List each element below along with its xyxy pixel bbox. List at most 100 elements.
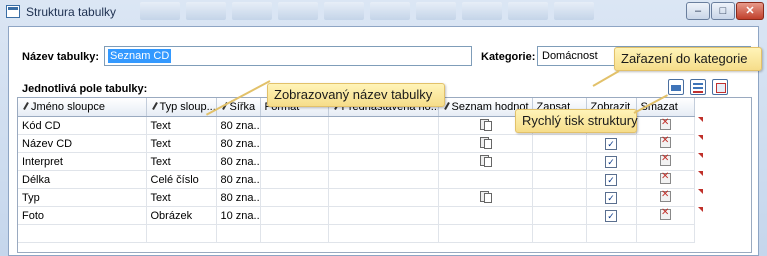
cell-show[interactable]: ✓ (586, 206, 637, 225)
cell-type[interactable]: Obrázek (146, 206, 217, 225)
pencil-icon (22, 102, 29, 111)
cell-list[interactable] (438, 188, 533, 207)
minimize-button[interactable]: – (686, 2, 710, 20)
table-name-input[interactable]: Seznam CD (104, 46, 472, 66)
category-label: Kategorie: (481, 51, 536, 63)
pencil-icon (151, 102, 158, 111)
cell-width[interactable]: 80 zna... (216, 116, 261, 135)
table-name-label: Název tabulky: (22, 51, 100, 63)
row-marker-icon (698, 153, 703, 158)
maximize-button[interactable]: □ (711, 2, 735, 20)
delete-icon[interactable] (659, 117, 671, 130)
table-row[interactable]: Délka Celé číslo 80 zna... ✓ (18, 170, 695, 189)
print-structure-icon[interactable] (668, 79, 684, 95)
cell-name[interactable]: Název CD (18, 134, 147, 153)
table-name-value: Seznam CD (108, 49, 172, 63)
cell-format[interactable] (260, 152, 329, 171)
show-checkbox[interactable]: ✓ (605, 209, 617, 222)
category-value: Domácnost (542, 50, 598, 62)
cell-write[interactable] (532, 170, 587, 189)
delete-icon[interactable] (659, 189, 671, 202)
table-row[interactable]: Typ Text 80 zna... ✓ (18, 188, 695, 207)
cell-type[interactable]: Text (146, 116, 217, 135)
cell-show[interactable]: ✓ (586, 134, 637, 153)
cell-name[interactable]: Interpret (18, 152, 147, 171)
fields-label: Jednotlivá pole tabulky: (22, 83, 148, 95)
cell-write[interactable] (532, 206, 587, 225)
delete-icon[interactable] (659, 135, 671, 148)
cell-default[interactable] (328, 170, 439, 189)
cell-default[interactable] (328, 116, 439, 135)
cell-format[interactable] (260, 116, 329, 135)
cell-name[interactable]: Foto (18, 206, 147, 225)
cell-name[interactable]: Kód CD (18, 116, 147, 135)
lookup-list-icon[interactable] (479, 190, 492, 203)
structure-list-icon[interactable] (690, 79, 706, 95)
structure-window: Struktura tabulky – □ ✕ Název tabulky: S… (0, 0, 767, 256)
show-checkbox[interactable]: ✓ (605, 137, 617, 150)
cell-width[interactable]: 80 zna... (216, 134, 261, 153)
dialog-body: Název tabulky: Seznam CD Kategorie: Domá… (8, 26, 762, 256)
cell-delete[interactable] (636, 134, 695, 153)
fields-grid: Jméno sloupce Typ sloup... Šířka Formát … (17, 97, 752, 253)
cell-type[interactable]: Text (146, 188, 217, 207)
cell-default[interactable] (328, 206, 439, 225)
row-marker-icon (698, 135, 703, 140)
row-marker-icon (698, 171, 703, 176)
structure-export-icon[interactable] (712, 79, 728, 95)
cell-list[interactable] (438, 206, 533, 225)
cell-type[interactable]: Celé číslo (146, 170, 217, 189)
cell-show[interactable]: ✓ (586, 152, 637, 171)
cell-write[interactable] (532, 134, 587, 153)
lookup-list-icon[interactable] (479, 136, 492, 149)
background-ribbon (140, 2, 680, 24)
cell-list[interactable] (438, 170, 533, 189)
cell-delete[interactable] (636, 206, 695, 225)
callout-print: Rychlý tisk struktury (515, 109, 638, 133)
cell-delete[interactable] (636, 188, 695, 207)
callout-table-name: Zobrazovaný název tabulky (267, 83, 445, 107)
delete-icon[interactable] (659, 207, 671, 220)
cell-format[interactable] (260, 170, 329, 189)
cell-format[interactable] (260, 134, 329, 153)
cell-default[interactable] (328, 152, 439, 171)
table-row[interactable]: Název CD Text 80 zna... ✓ (18, 134, 695, 153)
show-checkbox[interactable]: ✓ (605, 173, 617, 186)
show-checkbox[interactable]: ✓ (605, 191, 617, 204)
cell-format[interactable] (260, 206, 329, 225)
col-header-name[interactable]: Jméno sloupce (18, 98, 147, 117)
cell-width[interactable]: 80 zna... (216, 152, 261, 171)
cell-show[interactable]: ✓ (586, 170, 637, 189)
lookup-list-icon[interactable] (479, 154, 492, 167)
delete-icon[interactable] (659, 171, 671, 184)
table-row[interactable]: Interpret Text 80 zna... ✓ (18, 152, 695, 171)
cell-width[interactable]: 10 zna... (216, 206, 261, 225)
cell-width[interactable]: 80 zna... (216, 188, 261, 207)
cell-write[interactable] (532, 188, 587, 207)
empty-row (18, 224, 695, 243)
cell-list[interactable] (438, 152, 533, 171)
cell-delete[interactable] (636, 170, 695, 189)
cell-show[interactable]: ✓ (586, 188, 637, 207)
cell-list[interactable] (438, 134, 533, 153)
cell-delete[interactable] (636, 116, 695, 135)
cell-format[interactable] (260, 188, 329, 207)
cell-delete[interactable] (636, 152, 695, 171)
cell-width[interactable]: 80 zna... (216, 170, 261, 189)
row-marker-icon (698, 189, 703, 194)
callout-category: Zařazení do kategorie (614, 47, 762, 71)
cell-type[interactable]: Text (146, 134, 217, 153)
cell-default[interactable] (328, 134, 439, 153)
cell-type[interactable]: Text (146, 152, 217, 171)
delete-icon[interactable] (659, 153, 671, 166)
lookup-list-icon[interactable] (479, 118, 492, 131)
cell-name[interactable]: Typ (18, 188, 147, 207)
cell-default[interactable] (328, 188, 439, 207)
cell-write[interactable] (532, 152, 587, 171)
cell-name[interactable]: Délka (18, 170, 147, 189)
show-checkbox[interactable]: ✓ (605, 155, 617, 168)
window-title: Struktura tabulky (26, 5, 117, 19)
table-row[interactable]: Foto Obrázek 10 zna... ✓ (18, 206, 695, 225)
close-button[interactable]: ✕ (736, 2, 764, 20)
title-bar: Struktura tabulky – □ ✕ (0, 0, 767, 24)
